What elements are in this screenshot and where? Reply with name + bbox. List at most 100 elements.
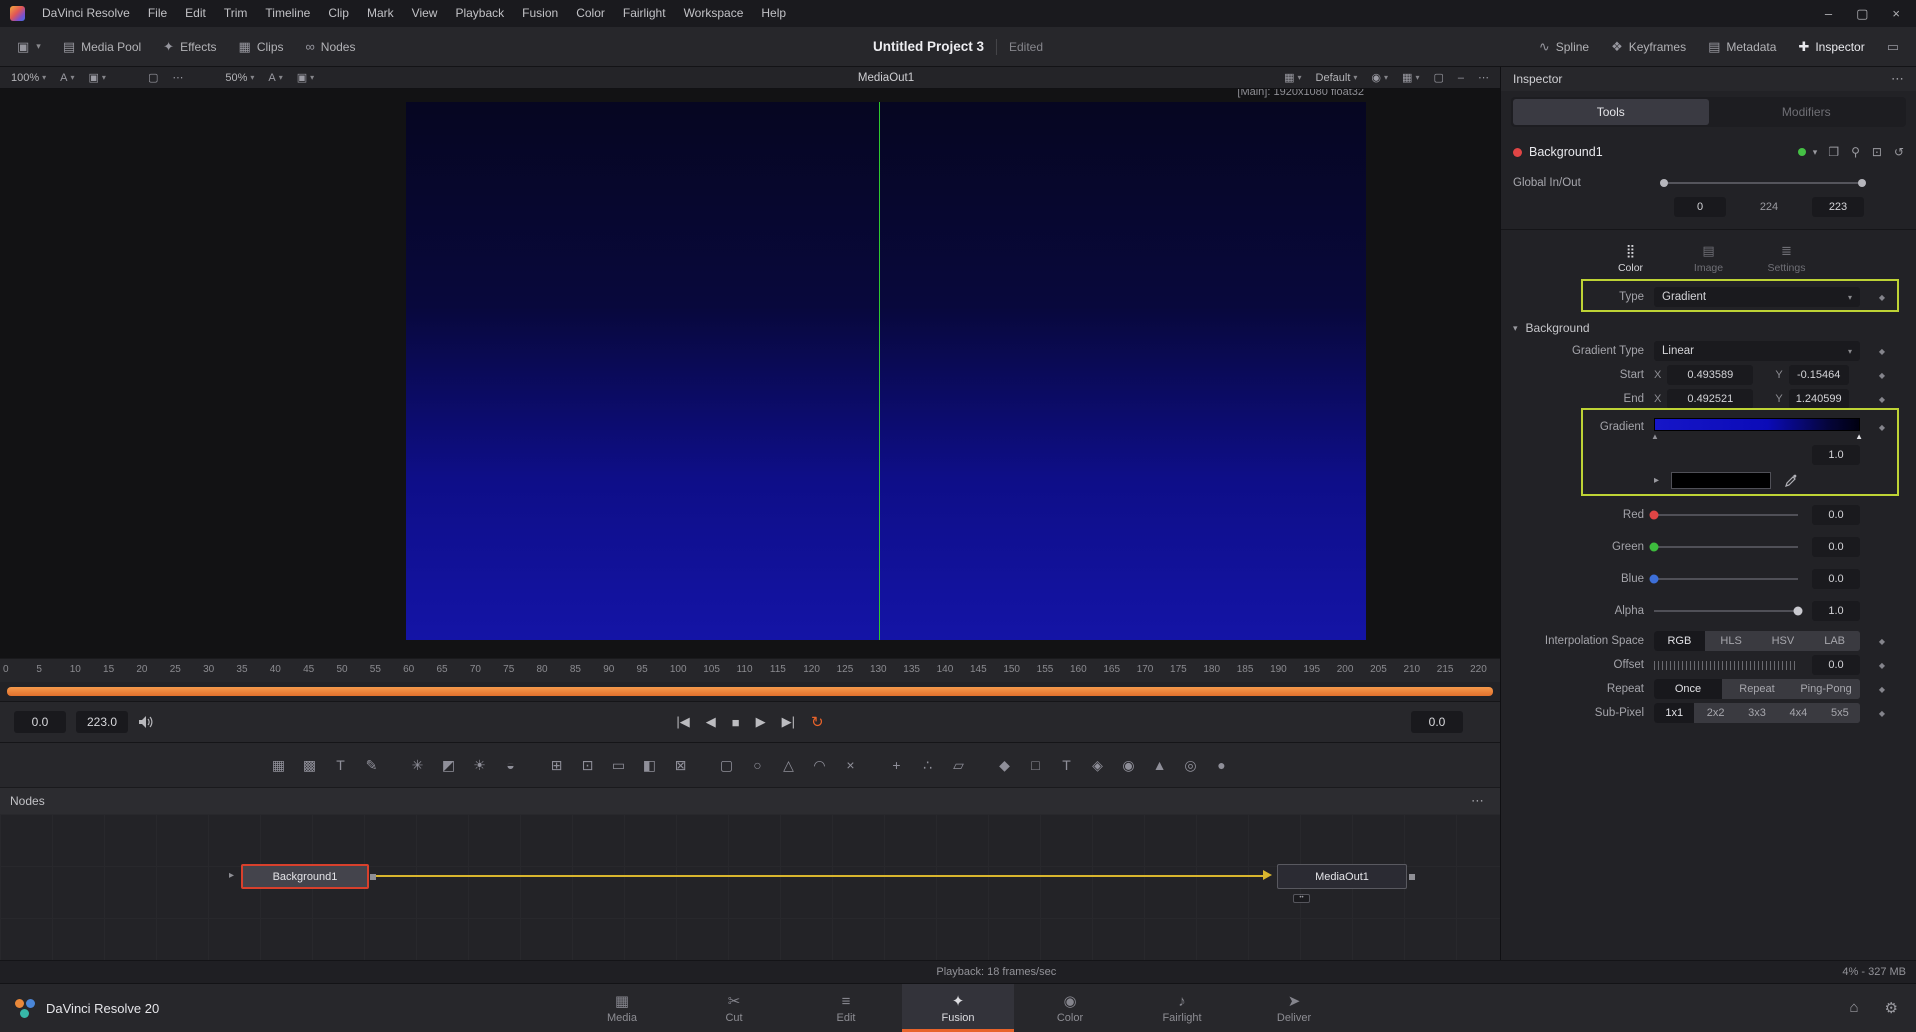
split-view-button[interactable]: ▢ — [141, 67, 165, 88]
polygon-mask-icon[interactable]: △ — [777, 753, 801, 777]
menu-view[interactable]: View — [403, 0, 447, 27]
sphere3d-icon[interactable]: ● — [1210, 753, 1234, 777]
metadata-button[interactable]: ▤ Metadata — [1697, 27, 1787, 66]
page-media[interactable]: ▦ Media — [566, 984, 678, 1032]
gradient-type-dropdown[interactable]: Linear — [1654, 341, 1860, 361]
keyframe-diamond-icon[interactable] — [1860, 423, 1904, 432]
keyframe-diamond-icon[interactable] — [1860, 347, 1904, 356]
segment-option[interactable]: RGB — [1654, 631, 1705, 651]
current-frame-field[interactable]: 0.0 — [14, 711, 66, 733]
offset-slider[interactable] — [1654, 661, 1798, 670]
channel-value-field[interactable]: 0.0 — [1812, 505, 1860, 525]
channel-slider-handle[interactable] — [1794, 607, 1803, 616]
tab-color[interactable]: ⣿ Color — [1600, 238, 1662, 279]
lock-icon[interactable]: ⊡ — [1872, 145, 1882, 159]
start-x-field[interactable]: 0.493589 — [1667, 365, 1753, 385]
page-fusion[interactable]: ✦ Fusion — [902, 984, 1014, 1032]
gradient-stop-color-swatch[interactable] — [1671, 472, 1771, 489]
menu-edit[interactable]: Edit — [176, 0, 215, 27]
segment-option[interactable]: 1x1 — [1654, 703, 1694, 723]
channel-select-button[interactable]: ▦ — [1277, 67, 1308, 88]
clips-button[interactable]: ▦ Clips — [228, 27, 295, 66]
segment-option[interactable]: HSV — [1758, 631, 1809, 651]
goto-end-button[interactable]: ▶| — [782, 714, 795, 730]
node-mediaout1[interactable]: MediaOut1 — [1277, 864, 1407, 889]
node-enabled-dot-icon[interactable] — [1798, 148, 1806, 156]
viewer-options-right[interactable]: ⋯ — [1471, 67, 1496, 88]
timeline-ruler[interactable]: 0510152025303540455055606570758085909510… — [0, 658, 1500, 682]
menu-workspace[interactable]: Workspace — [675, 0, 753, 27]
bspline-mask-icon[interactable]: ◠ — [808, 753, 832, 777]
eyedropper-icon[interactable] — [1785, 474, 1798, 487]
channel-slider-handle[interactable] — [1650, 543, 1659, 552]
view-mode-left[interactable]: ▣ — [82, 67, 113, 88]
segment-option[interactable]: 2x2 — [1695, 703, 1735, 723]
playhead-value-field[interactable]: 0.0 — [1411, 711, 1463, 733]
gradient-axis-line[interactable] — [879, 102, 880, 640]
minimize-viewer-button[interactable]: – — [1451, 67, 1471, 88]
shape3d-icon[interactable]: □ — [1024, 753, 1048, 777]
camera3d-icon[interactable]: ◉ — [1117, 753, 1141, 777]
dve-icon[interactable]: ⊡ — [576, 753, 600, 777]
start-y-field[interactable]: -0.15464 — [1789, 365, 1849, 385]
lut-select[interactable]: Default — [1309, 67, 1365, 88]
menu-fusion[interactable]: Fusion — [513, 0, 567, 27]
menu-playback[interactable]: Playback — [446, 0, 513, 27]
grid-button[interactable]: ▦ — [1395, 67, 1426, 88]
keyframe-diamond-icon[interactable] — [1860, 685, 1904, 694]
menu-file[interactable]: File — [139, 0, 176, 27]
segment-option[interactable]: 5x5 — [1820, 703, 1860, 723]
planar-tracker-icon[interactable]: ▱ — [947, 753, 971, 777]
page-deliver[interactable]: ➤ Deliver — [1238, 984, 1350, 1032]
channel-slider-handle[interactable] — [1650, 511, 1659, 520]
node-mediaout1-output-port[interactable] — [1409, 874, 1415, 880]
segment-option[interactable]: 3x3 — [1737, 703, 1777, 723]
node-background1[interactable]: Background1 — [241, 864, 369, 889]
inspector-button[interactable]: ✚ Inspector — [1787, 27, 1875, 66]
viewer-image-gradient[interactable]: [Main]: 1920x1080 float32 — [406, 102, 1366, 640]
channel-slider[interactable] — [1654, 546, 1798, 548]
zoom-level-right[interactable]: 50% — [218, 67, 261, 88]
node-graph-canvas[interactable]: ▸ Background1 MediaOut1 •• — [0, 814, 1500, 960]
keyframe-diamond-icon[interactable] — [1860, 371, 1904, 380]
page-edit[interactable]: ≡ Edit — [790, 984, 902, 1032]
spline-button[interactable]: ∿ Spline — [1528, 27, 1600, 66]
letterbox-icon[interactable]: ▭ — [607, 753, 631, 777]
tracker-icon[interactable]: + — [885, 753, 909, 777]
global-in-field[interactable]: 0 — [1674, 197, 1726, 217]
effects-button[interactable]: ✦ Effects — [152, 27, 227, 66]
background-section-header[interactable]: Background — [1513, 319, 1904, 337]
background-generator-icon[interactable]: ▦ — [267, 753, 291, 777]
node-connection-line[interactable] — [374, 875, 1264, 877]
maximize-button[interactable]: ▢ — [1856, 6, 1868, 22]
tab-image[interactable]: ▤ Image — [1678, 238, 1740, 279]
node-background1-output-port[interactable] — [370, 874, 376, 880]
node-status-indicator[interactable]: •• — [1293, 894, 1310, 903]
viewer-area[interactable]: [Main]: 1920x1080 float32 — [0, 89, 1500, 658]
segment-option[interactable]: 4x4 — [1778, 703, 1818, 723]
menu-timeline[interactable]: Timeline — [256, 0, 319, 27]
keyframe-diamond-icon[interactable] — [1860, 709, 1904, 718]
channel-value-field[interactable]: 0.0 — [1812, 537, 1860, 557]
interface-toggle-button[interactable]: ▣ — [6, 27, 52, 66]
keyframe-diamond-icon[interactable] — [1860, 395, 1904, 404]
particles-icon[interactable]: ∴ — [916, 753, 940, 777]
ab-buffer-left[interactable]: A — [53, 67, 81, 88]
magic-mask-icon[interactable]: × — [839, 753, 863, 777]
global-out-field[interactable]: 223 — [1812, 197, 1864, 217]
stop-button[interactable]: ■ — [732, 715, 740, 730]
color-curves-icon[interactable]: ◩ — [437, 753, 461, 777]
segment-option[interactable]: Ping-Pong — [1792, 679, 1860, 699]
renderer3d-icon[interactable]: ◎ — [1179, 753, 1203, 777]
page-fairlight[interactable]: ♪ Fairlight — [1126, 984, 1238, 1032]
keyframes-button[interactable]: ❖ Keyframes — [1600, 27, 1697, 66]
menu-help[interactable]: Help — [752, 0, 795, 27]
speaker-icon[interactable] — [138, 715, 154, 729]
end-x-field[interactable]: 0.492521 — [1667, 389, 1753, 409]
type-dropdown[interactable]: Gradient — [1654, 287, 1860, 307]
menu-mark[interactable]: Mark — [358, 0, 403, 27]
gamut-icon[interactable]: ◒ — [499, 753, 523, 777]
merge-icon[interactable]: ◧ — [638, 753, 662, 777]
channel-slider[interactable] — [1654, 578, 1798, 580]
zoom-level-left[interactable]: 100% — [4, 67, 53, 88]
